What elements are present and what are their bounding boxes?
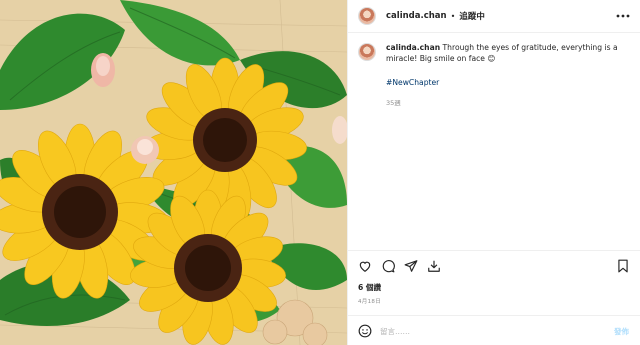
action-bar <box>348 250 640 280</box>
following-button[interactable]: 追蹤中 <box>459 10 485 22</box>
emoji-smile-icon[interactable] <box>358 324 372 338</box>
post-side-panel: calinda.chan • 追蹤中 calinda.chan Through … <box>347 0 640 345</box>
post-header: calinda.chan • 追蹤中 <box>348 0 640 33</box>
heart-icon[interactable] <box>358 259 372 273</box>
post-caption: calinda.chan Through the eyes of gratitu… <box>358 42 636 64</box>
paper-plane-icon[interactable] <box>404 259 418 273</box>
likes-count[interactable]: 6 個讚 <box>358 282 381 293</box>
download-icon[interactable] <box>427 259 441 273</box>
post-photo[interactable] <box>0 0 347 345</box>
comment-bubble-icon[interactable] <box>381 259 395 273</box>
comment-input[interactable] <box>380 323 600 339</box>
caption-username[interactable]: calinda.chan <box>386 43 440 52</box>
avatar[interactable] <box>358 7 376 25</box>
bookmark-icon[interactable] <box>616 259 630 273</box>
username-link[interactable]: calinda.chan <box>386 11 447 21</box>
comment-bar: 發佈 <box>348 315 640 345</box>
caption-time-ago: 35週 <box>386 99 401 107</box>
more-horizontal-icon[interactable] <box>615 10 631 22</box>
caption-text-block: calinda.chan Through the eyes of gratitu… <box>386 42 626 64</box>
sunflower-photo <box>0 0 347 345</box>
hashtag-link[interactable]: #NewChapter <box>386 78 439 87</box>
caption-avatar[interactable] <box>358 43 376 61</box>
post-comment-button[interactable]: 發佈 <box>614 326 629 337</box>
separator-dot: • <box>450 11 456 21</box>
post-date: 4月18日 <box>358 299 381 305</box>
